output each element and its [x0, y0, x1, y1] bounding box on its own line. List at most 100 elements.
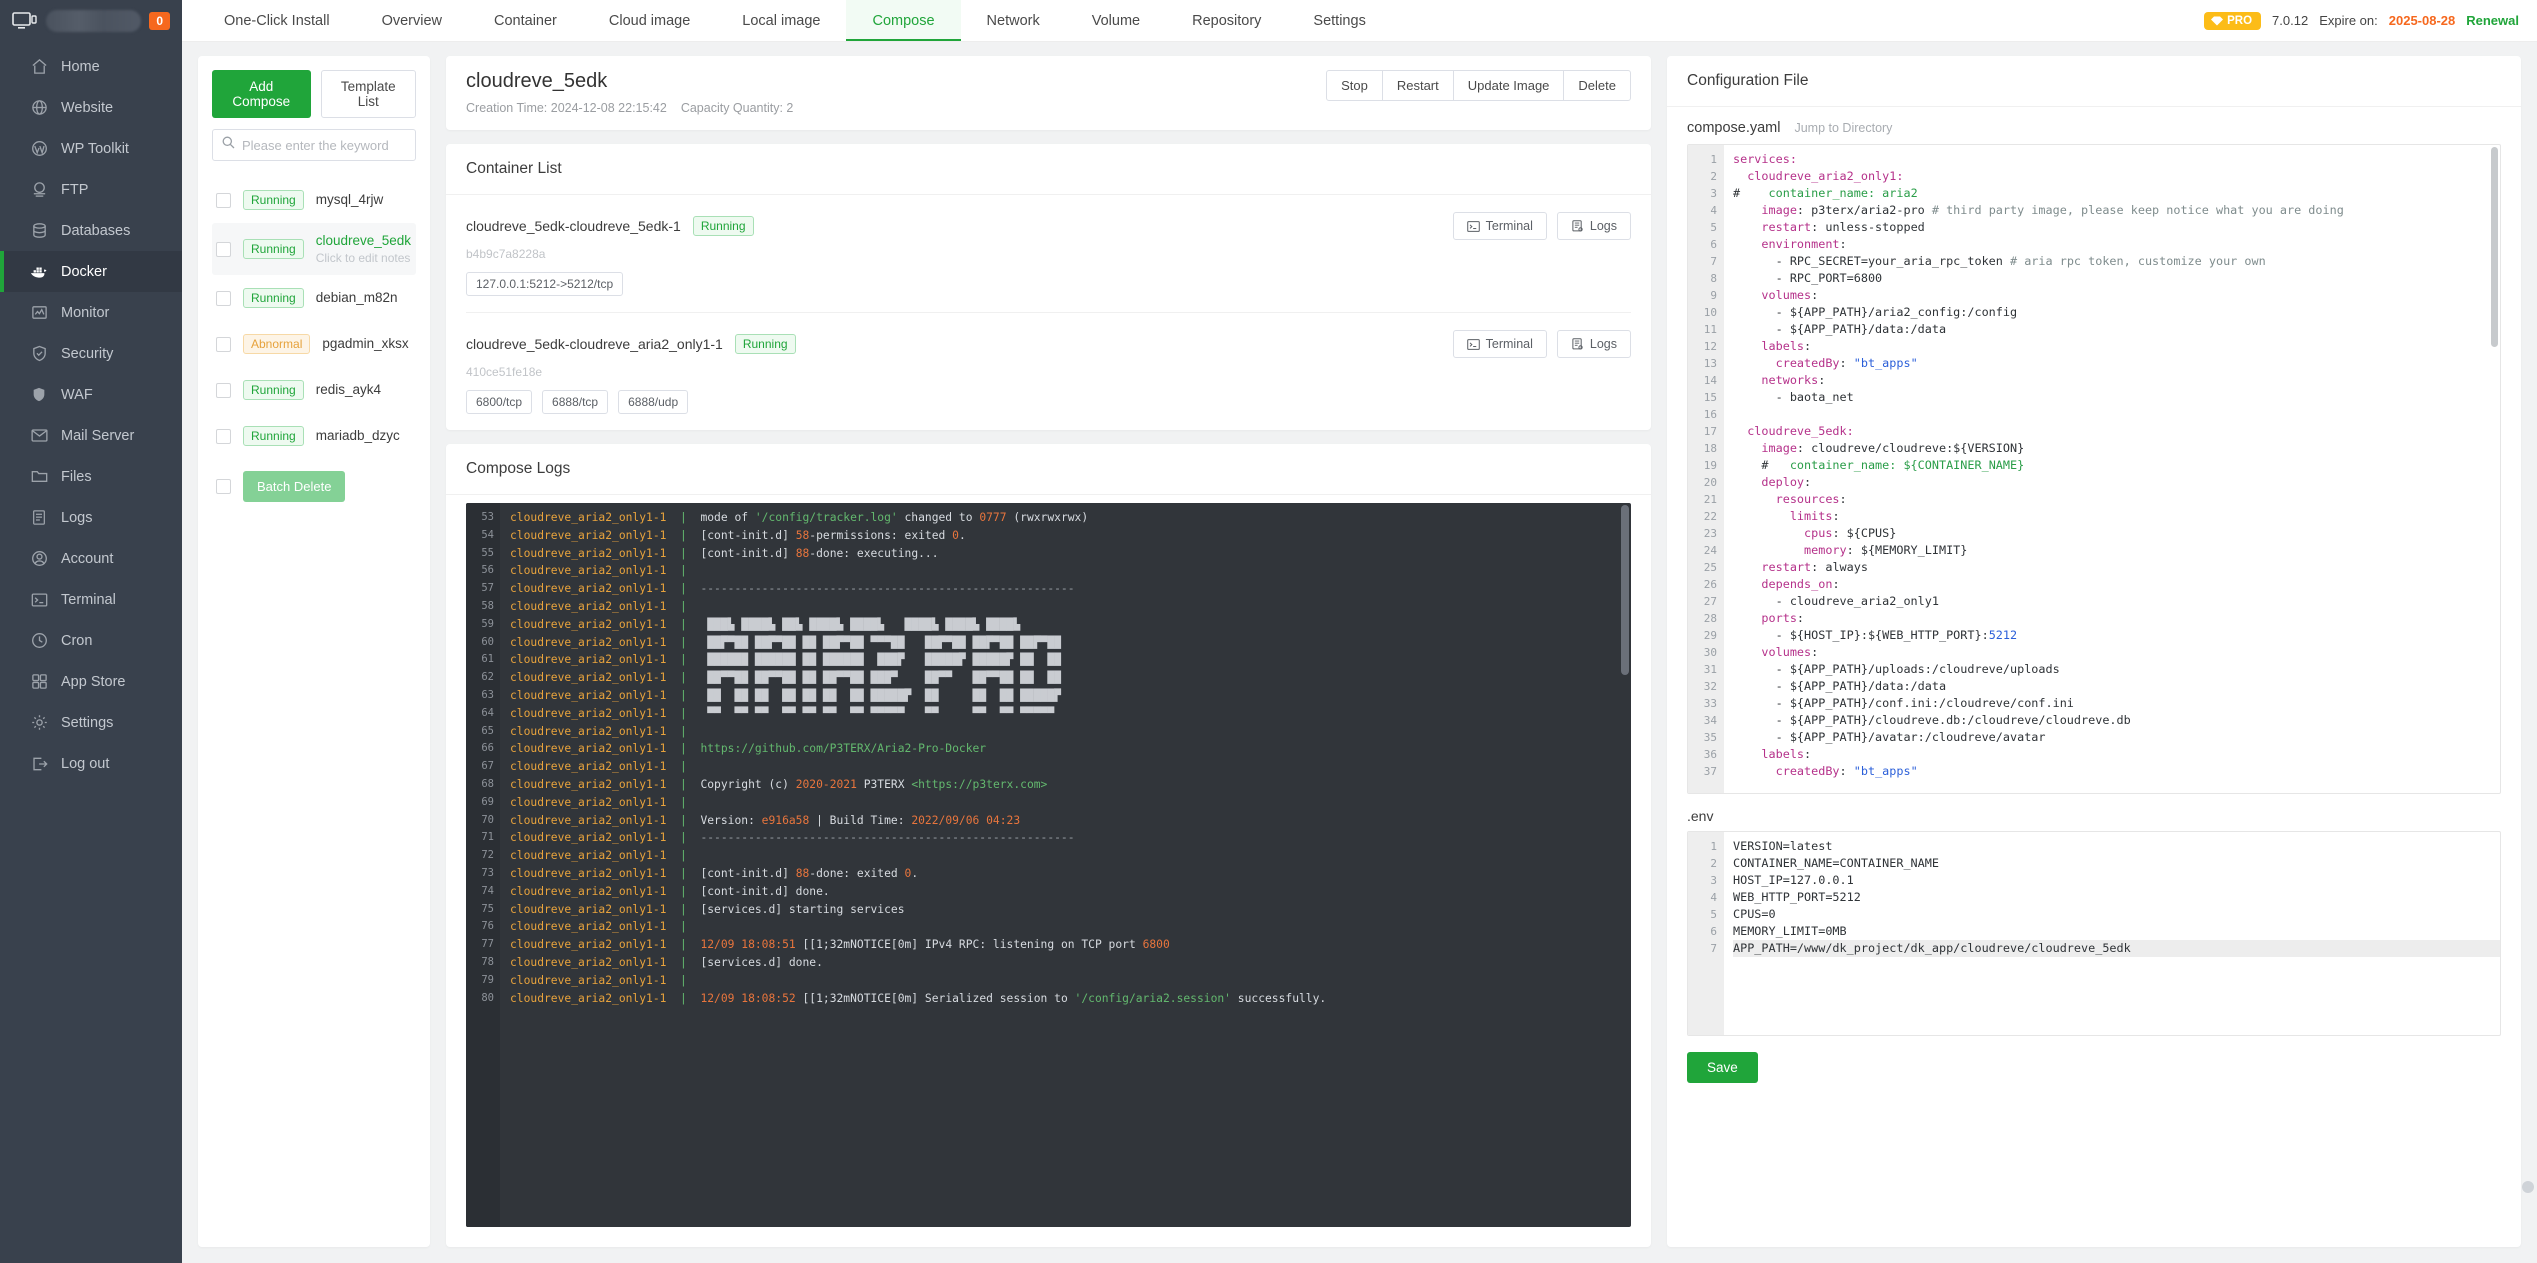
code-line[interactable]: volumes: [1733, 644, 2500, 661]
code-line[interactable]: MEMORY_LIMIT=0MB [1733, 923, 2500, 940]
yaml-code[interactable]: services: cloudreve_aria2_only1:# contai… [1724, 145, 2500, 793]
code-line[interactable]: - ${APP_PATH}/uploads:/cloudreve/uploads [1733, 661, 2500, 678]
code-line[interactable]: volumes: [1733, 287, 2500, 304]
logs-button[interactable]: Logs [1557, 212, 1631, 240]
sidebar-item-terminal[interactable]: Terminal [0, 579, 182, 620]
compose-list-item[interactable]: Runningredis_ayk4 [212, 367, 416, 413]
code-line[interactable]: - ${APP_PATH}/cloudreve.db:/cloudreve/cl… [1733, 712, 2500, 729]
code-line[interactable]: cloudreve_aria2_only1: [1733, 168, 2500, 185]
code-line[interactable]: limits: [1733, 508, 2500, 525]
compose-list-item[interactable]: Runningdebian_m82n [212, 275, 416, 321]
env-editor[interactable]: 1234567 VERSION=latestCONTAINER_NAME=CON… [1687, 831, 2501, 1036]
terminal-button[interactable]: Terminal [1453, 330, 1547, 358]
tab-overview[interactable]: Overview [356, 0, 468, 41]
tab-repository[interactable]: Repository [1166, 0, 1287, 41]
compose-item-checkbox[interactable] [216, 291, 231, 306]
sidebar-item-settings[interactable]: Settings [0, 702, 182, 743]
update-image-button[interactable]: Update Image [1453, 70, 1565, 101]
search-input[interactable] [242, 138, 418, 153]
code-line[interactable] [1733, 406, 2500, 423]
code-line[interactable]: - ${APP_PATH}/aria2_config:/config [1733, 304, 2500, 321]
yaml-scrollbar[interactable] [2491, 147, 2498, 347]
code-line[interactable]: createdBy: "bt_apps" [1733, 763, 2500, 780]
code-line[interactable]: # container_name: aria2 [1733, 185, 2500, 202]
code-line[interactable]: environment: [1733, 236, 2500, 253]
tab-cloud-image[interactable]: Cloud image [583, 0, 716, 41]
sidebar-item-databases[interactable]: Databases [0, 210, 182, 251]
compose-list-item[interactable]: Runningcloudreve_5edkClick to edit notes [212, 223, 416, 275]
sidebar-item-logs[interactable]: Logs [0, 497, 182, 538]
tab-local-image[interactable]: Local image [716, 0, 846, 41]
code-line[interactable]: cpus: ${CPUS} [1733, 525, 2500, 542]
logs-button[interactable]: Logs [1557, 330, 1631, 358]
sidebar-item-waf[interactable]: WAF [0, 374, 182, 415]
sidebar-item-log-out[interactable]: Log out [0, 743, 182, 784]
template-list-button[interactable]: Template List [321, 70, 416, 118]
tab-compose[interactable]: Compose [846, 0, 960, 41]
code-line[interactable]: depends_on: [1733, 576, 2500, 593]
add-compose-button[interactable]: Add Compose [212, 70, 311, 118]
delete-button[interactable]: Delete [1563, 70, 1631, 101]
code-line[interactable]: resources: [1733, 491, 2500, 508]
save-button[interactable]: Save [1687, 1052, 1758, 1083]
tab-network[interactable]: Network [961, 0, 1066, 41]
code-line[interactable]: APP_PATH=/www/dk_project/dk_app/cloudrev… [1733, 940, 2500, 957]
code-line[interactable]: HOST_IP=127.0.0.1 [1733, 872, 2500, 889]
page-scroll-indicator[interactable] [2522, 1181, 2534, 1193]
compose-item-checkbox[interactable] [216, 242, 231, 257]
compose-item-note[interactable]: Click to edit notes [316, 250, 411, 266]
terminal-button[interactable]: Terminal [1453, 212, 1547, 240]
code-line[interactable]: ports: [1733, 610, 2500, 627]
code-line[interactable]: - baota_net [1733, 389, 2500, 406]
stop-button[interactable]: Stop [1326, 70, 1383, 101]
compose-item-checkbox[interactable] [216, 337, 231, 352]
code-line[interactable]: - ${APP_PATH}/data:/data [1733, 321, 2500, 338]
sidebar-item-ftp[interactable]: FTP [0, 169, 182, 210]
sidebar-item-security[interactable]: Security [0, 333, 182, 374]
code-line[interactable]: VERSION=latest [1733, 838, 2500, 855]
sidebar-item-website[interactable]: Website [0, 87, 182, 128]
code-line[interactable]: restart: unless-stopped [1733, 219, 2500, 236]
code-line[interactable]: - RPC_SECRET=your_aria_rpc_token # aria … [1733, 253, 2500, 270]
code-line[interactable]: CONTAINER_NAME=CONTAINER_NAME [1733, 855, 2500, 872]
sidebar-item-cron[interactable]: Cron [0, 620, 182, 661]
code-line[interactable]: labels: [1733, 746, 2500, 763]
compose-search-box[interactable] [212, 129, 416, 161]
compose-list-item[interactable]: Runningmariadb_dzyc [212, 413, 416, 459]
restart-button[interactable]: Restart [1382, 70, 1454, 101]
log-terminal[interactable]: 5354555657585960616263646566676869707172… [466, 503, 1631, 1227]
batch-delete-button[interactable]: Batch Delete [243, 471, 345, 502]
sidebar-item-files[interactable]: Files [0, 456, 182, 497]
code-line[interactable]: # container_name: ${CONTAINER_NAME} [1733, 457, 2500, 474]
renewal-link[interactable]: Renewal [2466, 13, 2519, 28]
code-line[interactable]: image: cloudreve/cloudreve:${VERSION} [1733, 440, 2500, 457]
code-line[interactable]: - ${APP_PATH}/avatar:/cloudreve/avatar [1733, 729, 2500, 746]
pro-badge[interactable]: PRO [2204, 12, 2261, 30]
code-line[interactable]: memory: ${MEMORY_LIMIT} [1733, 542, 2500, 559]
code-line[interactable]: - ${APP_PATH}/data:/data [1733, 678, 2500, 695]
code-line[interactable]: - ${APP_PATH}/conf.ini:/cloudreve/conf.i… [1733, 695, 2500, 712]
code-line[interactable]: - ${HOST_IP}:${WEB_HTTP_PORT}:5212 [1733, 627, 2500, 644]
notification-badge[interactable]: 0 [149, 12, 170, 30]
port-chip[interactable]: 6888/tcp [542, 390, 608, 414]
sidebar-item-docker[interactable]: Docker [0, 251, 182, 292]
code-line[interactable]: cloudreve_5edk: [1733, 423, 2500, 440]
sidebar-item-app-store[interactable]: App Store [0, 661, 182, 702]
code-line[interactable]: CPUS=0 [1733, 906, 2500, 923]
tab-settings[interactable]: Settings [1287, 0, 1391, 41]
sidebar-item-mail-server[interactable]: Mail Server [0, 415, 182, 456]
sidebar-item-wp-toolkit[interactable]: WP Toolkit [0, 128, 182, 169]
batch-select-checkbox[interactable] [216, 479, 231, 494]
sidebar-item-home[interactable]: Home [0, 46, 182, 87]
log-scrollbar[interactable] [1621, 505, 1629, 675]
port-chip[interactable]: 6800/tcp [466, 390, 532, 414]
compose-item-checkbox[interactable] [216, 193, 231, 208]
code-line[interactable]: networks: [1733, 372, 2500, 389]
jump-to-directory-link[interactable]: Jump to Directory [1794, 121, 1892, 135]
port-chip[interactable]: 6888/udp [618, 390, 688, 414]
sidebar-item-monitor[interactable]: Monitor [0, 292, 182, 333]
code-line[interactable]: WEB_HTTP_PORT=5212 [1733, 889, 2500, 906]
env-code[interactable]: VERSION=latestCONTAINER_NAME=CONTAINER_N… [1724, 832, 2500, 1035]
code-line[interactable]: deploy: [1733, 474, 2500, 491]
sidebar-item-account[interactable]: Account [0, 538, 182, 579]
